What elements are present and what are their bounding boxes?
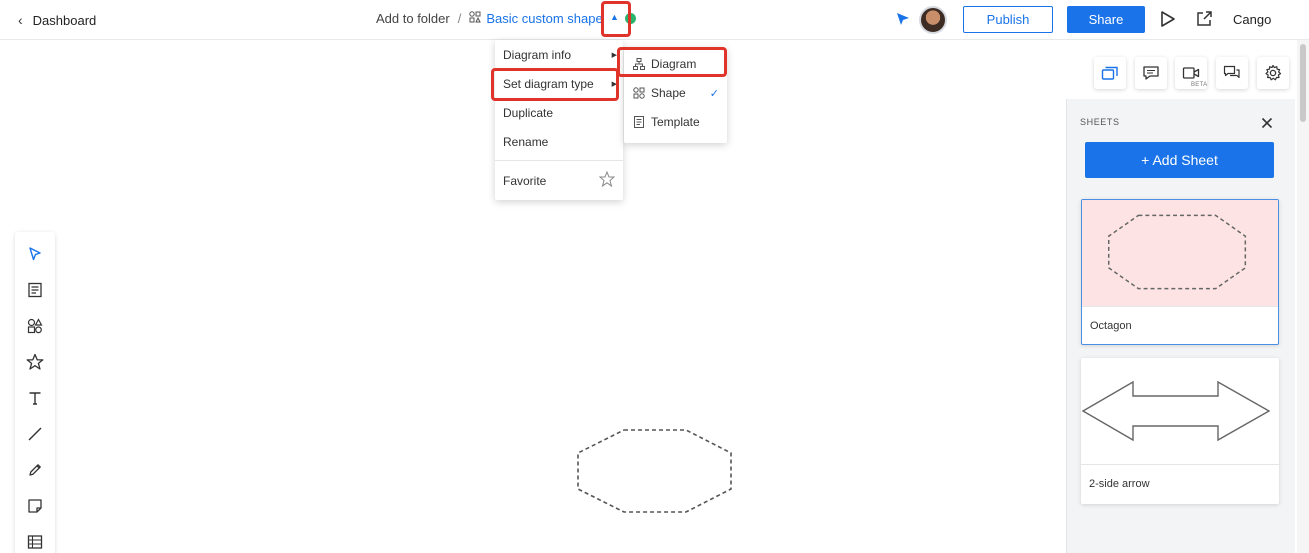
menu-item-duplicate[interactable]: Duplicate [495,100,623,126]
sheet-thumbnail [1082,200,1278,306]
star-icon[interactable] [599,171,615,187]
menu-item-label: Set diagram type [503,77,594,91]
breadcrumb-separator: / [457,11,462,26]
sticky-note-icon [28,499,42,513]
menu-item-label: Rename [503,135,549,149]
chat-icon [1223,65,1240,79]
collaborator-cursor-icon [897,13,909,25]
card-divider [1081,464,1279,465]
document-title[interactable]: Basic custom shape [486,11,602,26]
menu-item-label: Duplicate [503,106,554,120]
submenu-item-diagram[interactable]: Diagram [624,50,727,78]
submenu-item-shape[interactable]: Shape ✓ [624,79,727,107]
diagram-icon [633,58,645,70]
text-icon [29,392,41,405]
document-menu: Diagram info ▶ Set diagram type ▶ Duplic… [495,40,623,200]
back-to-dashboard-link[interactable]: ‹ Dashboard [18,10,96,30]
sheet-name: 2-side arrow [1089,478,1150,490]
sheets-panel: SHEETS + Add Sheet Octagon 2-side arrow [1066,99,1295,553]
video-icon [1182,67,1200,79]
tool-rail [15,232,55,553]
diagram-type-submenu: Diagram Shape ✓ Template [624,47,727,143]
text-tool[interactable] [25,388,45,408]
table-tool[interactable] [25,532,45,552]
scrollbar-thumb[interactable] [1300,44,1306,122]
app-window: ‹ Dashboard Add to folder / Basic custom… [0,0,1309,553]
sheet-name: Octagon [1090,320,1132,332]
top-bar: ‹ Dashboard Add to folder / Basic custom… [0,0,1309,40]
menu-item-label: Favorite [503,174,547,188]
settings-toggle[interactable] [1257,57,1289,89]
play-icon[interactable] [1160,10,1176,28]
breadcrumb: Add to folder / Basic custom shape [376,11,603,26]
sync-status-icon [625,13,636,24]
user-name[interactable]: Cango [1233,12,1271,27]
comment-icon [1143,66,1159,80]
menu-item-rename[interactable]: Rename [495,129,623,155]
submenu-item-label: Template [651,115,700,129]
publish-button[interactable]: Publish [963,6,1053,33]
chevron-left-icon: ‹ [18,12,23,28]
shapes-tool[interactable] [25,316,45,336]
comments-toggle[interactable] [1135,57,1167,89]
table-icon [27,535,43,549]
shape-icon [633,87,645,99]
chat-toggle[interactable] [1216,57,1248,89]
document-icon [28,282,42,298]
line-icon [28,427,42,441]
submenu-item-label: Shape [651,86,686,100]
sheets-title: SHEETS [1080,117,1120,127]
shapes-icon [27,318,43,334]
octagon-shape[interactable] [576,428,734,514]
submenu-item-template[interactable]: Template [624,108,727,136]
notes-tool[interactable] [25,280,45,300]
pen-tool[interactable] [25,460,45,480]
pointer-icon [29,247,41,261]
back-label: Dashboard [32,12,97,28]
line-tool[interactable] [25,424,45,444]
shape-library-icon [469,11,482,26]
sheet-card-octagon[interactable]: Octagon [1081,199,1279,345]
export-icon[interactable] [1195,10,1213,28]
menu-item-diagram-info[interactable]: Diagram info ▶ [495,42,623,68]
submenu-item-label: Diagram [651,57,697,71]
add-sheet-button[interactable]: + Add Sheet [1085,142,1274,178]
close-icon[interactable] [1259,115,1275,131]
star-icon [26,353,44,370]
checkmark-icon: ✓ [709,87,719,100]
caret-up-icon[interactable]: ▲ [610,12,619,22]
menu-divider [495,160,623,161]
pencil-icon [29,464,41,476]
sheets-toggle[interactable] [1094,57,1126,89]
card-divider [1082,306,1278,307]
share-button[interactable]: Share [1067,6,1145,33]
avatar[interactable] [919,6,947,34]
template-icon [634,116,644,128]
add-to-folder-link[interactable]: Add to folder [376,11,450,26]
sticky-note-tool[interactable] [25,496,45,516]
menu-item-label: Diagram info [503,48,572,62]
sheet-card-2-side-arrow[interactable]: 2-side arrow [1081,358,1279,504]
layers-icon [1101,66,1118,80]
vertical-scrollbar[interactable] [1297,40,1309,553]
submenu-arrow-icon: ▶ [611,81,617,88]
stickers-tool[interactable] [25,352,45,372]
beta-badge: BETA [1191,82,1208,88]
sheet-thumbnail [1081,380,1271,442]
select-tool[interactable] [25,244,45,264]
submenu-arrow-icon: ▶ [611,52,617,59]
gear-icon [1265,64,1282,81]
menu-item-set-diagram-type[interactable]: Set diagram type ▶ [495,71,623,97]
